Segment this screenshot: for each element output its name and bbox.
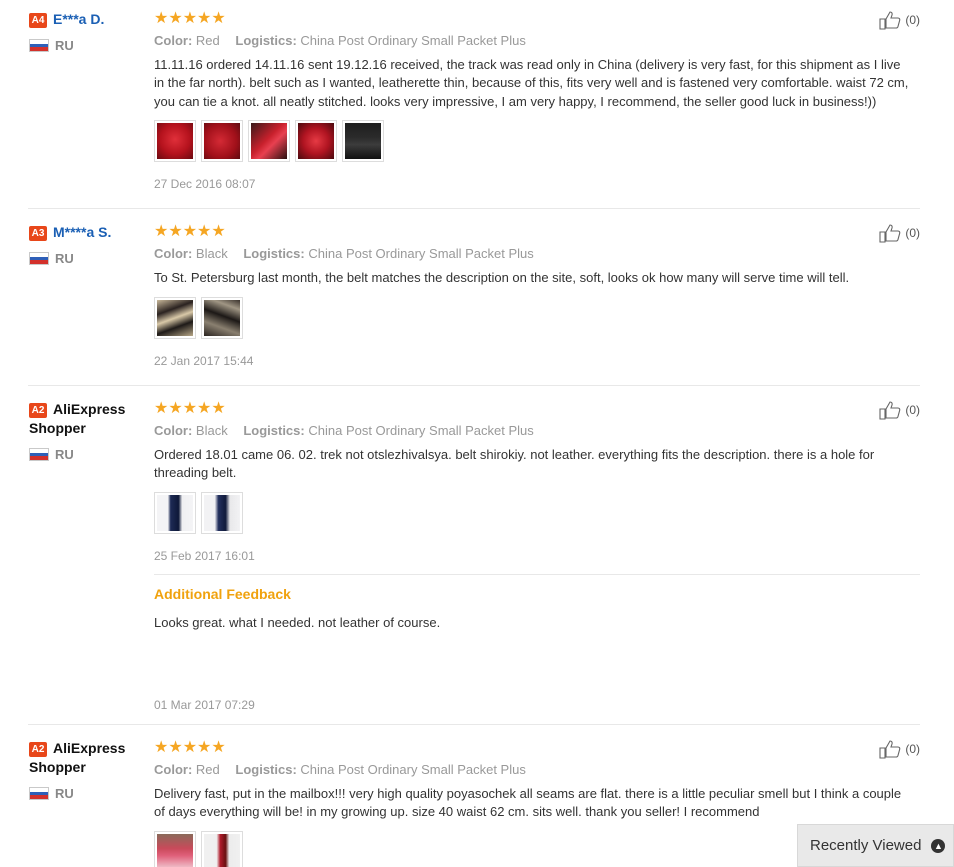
recently-viewed-button[interactable]: Recently Viewed ▲: [797, 824, 954, 867]
review-photo[interactable]: [154, 491, 196, 534]
review-item: A2 AliExpress Shopper RU ★★★★★ Color: Red…: [0, 739, 920, 867]
star-rating: ★★★★★: [154, 223, 226, 240]
review-date: 27 Dec 2016 08:07: [154, 176, 256, 191]
review-photos: [154, 297, 919, 340]
helpful-count: (0): [905, 403, 920, 417]
logistics-value: China Post Ordinary Small Packet Plus: [308, 246, 534, 261]
color-value: Red: [195, 762, 220, 777]
reviewer-info: A2 AliExpress Shopper RU: [29, 400, 144, 462]
color-label: Color:: [154, 33, 193, 48]
russia-flag-icon: [29, 252, 49, 265]
review-photo[interactable]: [342, 119, 384, 162]
reviewer-name[interactable]: E***a D.: [53, 11, 104, 27]
helpful-count: (0): [905, 742, 920, 756]
review-text: Delivery fast, put in the mailbox!!! ver…: [154, 786, 902, 820]
reviewer-country: RU: [29, 251, 144, 266]
order-info: Color: Black Logistics: China Post Ordin…: [154, 246, 919, 262]
thumbs-up-icon: [879, 740, 901, 759]
review-date: 22 Jan 2017 15:44: [154, 354, 254, 369]
reviewer-country: RU: [29, 786, 144, 801]
logistics-value: China Post Ordinary Small Packet Plus: [300, 33, 526, 48]
review-photo[interactable]: [154, 830, 196, 867]
review-text: 11.11.16 ordered 14.11.16 sent 19.12.16 …: [154, 57, 909, 109]
review-photo[interactable]: [201, 119, 243, 162]
helpful-count: (0): [905, 13, 920, 27]
logistics-label: Logistics:: [243, 246, 305, 261]
order-info: Color: Red Logistics: China Post Ordinar…: [154, 762, 919, 778]
review-item: A2 AliExpress Shopper RU ★★★★★ Color: Bla…: [0, 400, 920, 725]
logistics-label: Logistics:: [243, 423, 305, 438]
helpful-count: (0): [905, 226, 920, 240]
thumbs-up-icon: [879, 224, 901, 243]
review-photos: [154, 491, 919, 534]
color-label: Color:: [154, 762, 193, 777]
reviewer-info: A2 AliExpress Shopper RU: [29, 739, 144, 801]
additional-feedback-date: 01 Mar 2017 07:29: [154, 698, 255, 712]
review-item: A4 E***a D. RU ★★★★★ Color: Red Logistics…: [0, 10, 920, 209]
color-value: Black: [195, 423, 228, 438]
additional-feedback-text: Looks great. what I needed. not leather …: [154, 615, 441, 630]
buyer-level-badge: A4: [29, 13, 47, 28]
logistics-label: Logistics:: [235, 762, 297, 777]
review-content: ★★★★★ Color: Black Logistics: China Post…: [154, 223, 919, 369]
russia-flag-icon: [29, 448, 49, 461]
review-photo[interactable]: [154, 297, 196, 340]
logistics-label: Logistics:: [235, 33, 297, 48]
recently-viewed-label: Recently Viewed: [810, 837, 922, 854]
helpful-button[interactable]: (0): [878, 400, 920, 420]
review-content: ★★★★★ Color: Black Logistics: China Post…: [154, 400, 919, 564]
review-text: Ordered 18.01 came 06. 02. trek not otsl…: [154, 447, 875, 481]
helpful-button[interactable]: (0): [878, 739, 920, 759]
reviewer-country: RU: [29, 38, 144, 53]
additional-feedback: Additional Feedback Looks great. what I …: [154, 574, 920, 725]
additional-feedback-title: Additional Feedback: [154, 586, 291, 602]
helpful-button[interactable]: (0): [878, 10, 920, 30]
country-code: RU: [55, 251, 74, 266]
reviewer-country: RU: [29, 447, 144, 462]
country-code: RU: [55, 786, 74, 801]
review-date: 25 Feb 2017 16:01: [154, 548, 255, 563]
logistics-value: China Post Ordinary Small Packet Plus: [300, 762, 526, 777]
order-info: Color: Red Logistics: China Post Ordinar…: [154, 33, 919, 49]
color-value: Black: [195, 246, 228, 261]
review-photo[interactable]: [201, 491, 243, 534]
reviewer-info: A3 M****a S. RU: [29, 223, 144, 266]
review-text: To St. Petersburg last month, the belt m…: [154, 270, 850, 285]
chevron-up-icon: ▲: [931, 838, 946, 853]
review-photo[interactable]: [154, 119, 196, 162]
country-code: RU: [55, 38, 74, 53]
buyer-level-badge: A2: [29, 742, 47, 757]
country-code: RU: [55, 447, 74, 462]
review-photo[interactable]: [295, 119, 337, 162]
review-photo[interactable]: [248, 119, 290, 162]
star-rating: ★★★★★: [154, 739, 226, 756]
color-label: Color:: [154, 423, 193, 438]
review-photo[interactable]: [201, 830, 243, 867]
review-content: ★★★★★ Color: Red Logistics: China Post O…: [154, 10, 919, 192]
color-value: Red: [195, 33, 220, 48]
order-info: Color: Black Logistics: China Post Ordin…: [154, 423, 919, 439]
russia-flag-icon: [29, 787, 49, 800]
review-photo[interactable]: [201, 297, 243, 340]
review-item: A3 M****a S. RU ★★★★★ Color: Black Logist…: [0, 223, 920, 386]
russia-flag-icon: [29, 39, 49, 52]
logistics-value: China Post Ordinary Small Packet Plus: [308, 423, 534, 438]
reviewer-name[interactable]: M****a S.: [53, 224, 111, 240]
helpful-button[interactable]: (0): [878, 223, 920, 243]
star-rating: ★★★★★: [154, 10, 226, 27]
review-photos: [154, 119, 919, 162]
buyer-level-badge: A2: [29, 403, 47, 418]
thumbs-up-icon: [879, 11, 901, 30]
color-label: Color:: [154, 246, 193, 261]
reviewer-info: A4 E***a D. RU: [29, 10, 144, 53]
buyer-level-badge: A3: [29, 226, 47, 241]
thumbs-up-icon: [879, 401, 901, 420]
star-rating: ★★★★★: [154, 400, 226, 417]
